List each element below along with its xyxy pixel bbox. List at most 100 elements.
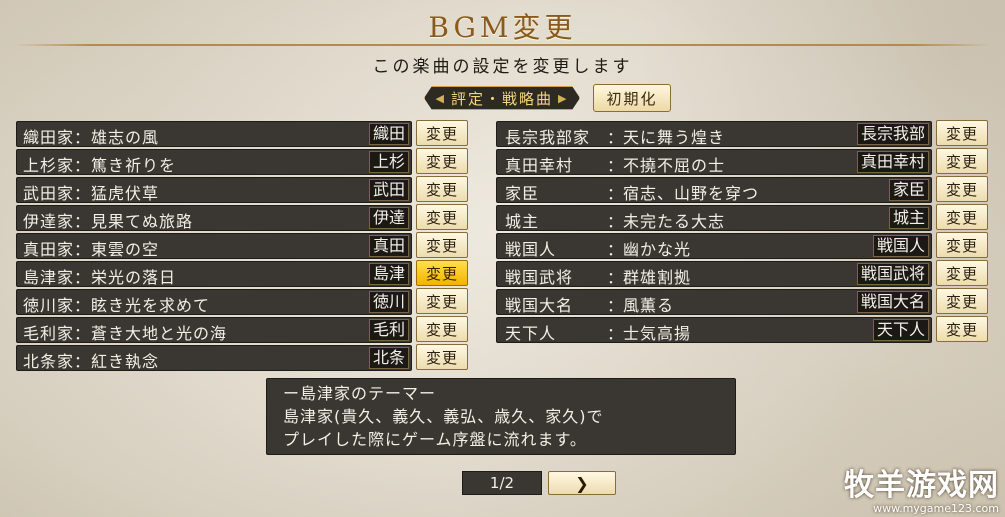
track-item[interactable]: 島津家：栄光の落日 島津 xyxy=(16,261,412,287)
change-button[interactable]: 変更 xyxy=(416,148,468,174)
track-tag: 島津 xyxy=(368,263,409,285)
track-item[interactable]: 戦国大名 ：風薫る 戦国大名 xyxy=(496,289,932,315)
track-item[interactable]: 天下人 ：士気高揚 天下人 xyxy=(496,317,932,343)
track-separator: ： xyxy=(607,128,625,147)
track-name: 徳川家：眩き光を求めて xyxy=(23,296,211,315)
track-separator: ： xyxy=(607,324,625,343)
watermark-logo-text: 牧羊游戏网 xyxy=(844,468,999,503)
track-item[interactable]: 城主 ：未完たる大志 城主 xyxy=(496,205,932,231)
change-button[interactable]: 変更 xyxy=(936,120,988,146)
track-label: 戦国人 xyxy=(505,240,557,259)
track-title: 宿志、山野を穿つ xyxy=(623,184,760,203)
track-separator: ： xyxy=(607,156,625,175)
reset-button[interactable]: 初期化 xyxy=(593,84,671,112)
track-tag: 毛利 xyxy=(368,319,409,341)
track-title: 天に舞う煌き xyxy=(623,128,726,147)
track-tag: 伊達 xyxy=(368,207,409,229)
track-item[interactable]: 家臣 ：宿志、山野を穿つ 家臣 xyxy=(496,177,932,203)
track-name: 武田家：猛虎伏草 xyxy=(23,184,160,203)
track-item[interactable]: 真田幸村 ：不撓不屈の士 真田幸村 xyxy=(496,149,932,175)
track-tag: 武田 xyxy=(368,179,409,201)
track-label: 城主 xyxy=(505,212,540,231)
track-item[interactable]: 上杉家：篤き祈りを 上杉 xyxy=(16,149,412,175)
track-item[interactable]: 伊達家：見果てぬ旅路 伊達 xyxy=(16,205,412,231)
track-tag: 長宗我部 xyxy=(856,123,929,145)
track-tag: 織田 xyxy=(368,123,409,145)
change-button[interactable]: 変更 xyxy=(936,148,988,174)
change-button[interactable]: 変更 xyxy=(416,120,468,146)
change-button[interactable]: 変更 xyxy=(936,260,988,286)
change-button[interactable]: 変更 xyxy=(936,232,988,258)
track-label: 真田幸村 xyxy=(505,156,574,175)
description-line: プレイした際にゲーム序盤に流れます。 xyxy=(283,430,587,449)
track-item[interactable]: 戦国人 ：幽かな光 戦国人 xyxy=(496,233,932,259)
track-name: 島津家：栄光の落日 xyxy=(23,268,177,287)
track-item[interactable]: 武田家：猛虎伏草 武田 xyxy=(16,177,412,203)
track-tag: 北条 xyxy=(368,347,409,369)
track-title: 不撓不屈の士 xyxy=(623,156,726,175)
track-name: 毛利家：蒼き大地と光の海 xyxy=(23,324,228,343)
track-separator: ： xyxy=(607,240,625,259)
change-button[interactable]: 変更 xyxy=(416,288,468,314)
category-tab[interactable]: ◀ 評定・戦略曲 ▶ xyxy=(424,86,580,110)
track-tag: 城主 xyxy=(888,207,929,229)
track-item[interactable]: 織田家：雄志の風 織田 xyxy=(16,121,412,147)
change-button[interactable]: 変更 xyxy=(936,316,988,342)
change-button[interactable]: 変更 xyxy=(416,260,468,286)
track-separator: ： xyxy=(607,184,625,203)
track-name: 伊達家：見果てぬ旅路 xyxy=(23,212,194,231)
track-name: 北条家：紅き執念 xyxy=(23,352,160,371)
change-button[interactable]: 変更 xyxy=(416,204,468,230)
track-tag: 真田 xyxy=(368,235,409,257)
title-divider xyxy=(14,44,991,46)
change-button[interactable]: 変更 xyxy=(416,232,468,258)
track-title: 幽かな光 xyxy=(623,240,692,259)
change-button[interactable]: 変更 xyxy=(936,176,988,202)
tab-left-marker-icon: ◀ xyxy=(435,91,446,105)
track-tag: 天下人 xyxy=(872,319,929,341)
change-button[interactable]: 変更 xyxy=(416,344,468,370)
track-item[interactable]: 毛利家：蒼き大地と光の海 毛利 xyxy=(16,317,412,343)
change-button[interactable]: 変更 xyxy=(936,204,988,230)
change-button[interactable]: 変更 xyxy=(416,176,468,202)
track-title: 未完たる大志 xyxy=(623,212,726,231)
watermark-url: www.mygame123.com xyxy=(873,502,999,515)
track-tag: 戦国武将 xyxy=(856,263,929,285)
track-label: 戦国武将 xyxy=(505,268,574,287)
track-label: 戦国大名 xyxy=(505,296,574,315)
page-title: BGM変更 xyxy=(428,11,577,44)
description-line: 島津家(貴久、義久、義弘、歳久、家久)で xyxy=(283,407,604,426)
change-button[interactable]: 変更 xyxy=(936,288,988,314)
watermark: 牧羊游戏网 www.mygame123.com xyxy=(844,469,999,515)
track-title: 群雄割拠 xyxy=(623,268,692,287)
track-item[interactable]: 北条家：紅き執念 北条 xyxy=(16,345,412,371)
track-title: 風薫る xyxy=(623,296,675,315)
track-separator: ： xyxy=(607,296,625,315)
track-item[interactable]: 長宗我部家 ：天に舞う煌き 長宗我部 xyxy=(496,121,932,147)
track-item[interactable]: 徳川家：眩き光を求めて 徳川 xyxy=(16,289,412,315)
track-name: 上杉家：篤き祈りを xyxy=(23,156,177,175)
category-tab-label: 評定・戦略曲 xyxy=(450,89,553,108)
track-item[interactable]: 戦国武将 ：群雄割拠 戦国武将 xyxy=(496,261,932,287)
track-label: 家臣 xyxy=(505,184,540,203)
track-title: 士気高揚 xyxy=(623,324,692,343)
track-tag: 戦国大名 xyxy=(856,291,929,313)
description-box: ー島津家のテーマー 島津家(貴久、義久、義弘、歳久、家久)で プレイした際にゲー… xyxy=(266,378,736,455)
next-page-button[interactable]: ❯ xyxy=(548,471,616,495)
track-tag: 真田幸村 xyxy=(856,151,929,173)
track-tag: 家臣 xyxy=(888,179,929,201)
track-label: 天下人 xyxy=(505,324,557,343)
track-name: 織田家：雄志の風 xyxy=(23,128,160,147)
track-tag: 徳川 xyxy=(368,291,409,313)
change-button[interactable]: 変更 xyxy=(416,316,468,342)
chevron-right-icon: ❯ xyxy=(575,473,589,493)
track-tag: 上杉 xyxy=(368,151,409,173)
track-separator: ： xyxy=(607,212,625,231)
page-subtitle: この楽曲の設定を変更します xyxy=(372,57,633,77)
track-label: 長宗我部家 xyxy=(505,128,591,147)
track-item[interactable]: 真田家：東雲の空 真田 xyxy=(16,233,412,259)
tab-right-marker-icon: ▶ xyxy=(558,91,569,105)
page-indicator: 1/2 xyxy=(462,471,542,495)
track-tag: 戦国人 xyxy=(872,235,929,257)
track-name: 真田家：東雲の空 xyxy=(23,240,160,259)
